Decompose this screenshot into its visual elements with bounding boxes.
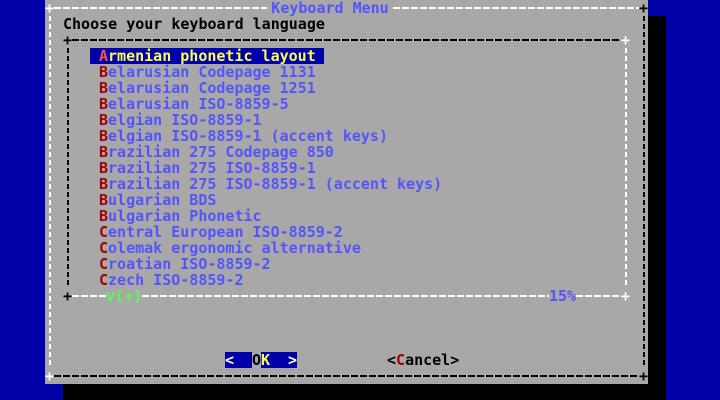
- cancel-hotkey-char: C: [396, 351, 405, 369]
- menu-item[interactable]: Brazilian 275 Codepage 850: [99, 144, 334, 160]
- ok-cursor-char: O: [252, 352, 261, 368]
- ok-bracket-left: <: [225, 352, 234, 368]
- menu-item-hotkey: C: [99, 271, 108, 289]
- menu-item[interactable]: Central European ISO-8859-2: [99, 224, 343, 240]
- cancel-button[interactable]: <Cancel>: [387, 352, 459, 368]
- menu-item[interactable]: Armenian phonetic layout: [90, 48, 324, 64]
- menu-item[interactable]: Belgian ISO-8859-1 (accent keys): [99, 128, 388, 144]
- menu-item[interactable]: Belarusian Codepage 1131: [99, 64, 316, 80]
- menu-item[interactable]: Bulgarian Phonetic: [99, 208, 262, 224]
- menu-item[interactable]: Brazilian 275 ISO-8859-1: [99, 160, 316, 176]
- ok-hotkey-char: K: [261, 352, 270, 368]
- menu-item[interactable]: Brazilian 275 ISO-8859-1 (accent keys): [99, 176, 442, 192]
- ok-button[interactable]: < O K >: [225, 352, 297, 368]
- menu-item[interactable]: Croatian ISO-8859-2: [99, 256, 271, 272]
- cancel-bracket-right: >: [450, 351, 459, 369]
- ok-bracket-right: >: [288, 352, 297, 368]
- cancel-label-rest: ancel: [405, 351, 450, 369]
- menu-item[interactable]: Colemak ergonomic alternative: [99, 240, 361, 256]
- menu-item[interactable]: Belarusian ISO-8859-5: [99, 96, 289, 112]
- menu-item[interactable]: Czech ISO-8859-2: [99, 272, 244, 288]
- menu-item[interactable]: Bulgarian BDS: [99, 192, 216, 208]
- menu-item[interactable]: Belarusian Codepage 1251: [99, 80, 316, 96]
- menu-list: Armenian phonetic layoutBelarusian Codep…: [45, 0, 648, 384]
- menu-item[interactable]: Belgian ISO-8859-1: [99, 112, 262, 128]
- cancel-bracket-left: <: [387, 351, 396, 369]
- terminal-screen: + Keyboard Menu + + + Choose your keyboa…: [0, 0, 720, 400]
- keyboard-menu-dialog: + Keyboard Menu + + + Choose your keyboa…: [45, 0, 648, 384]
- menu-item-label: zech ISO-8859-2: [108, 271, 243, 289]
